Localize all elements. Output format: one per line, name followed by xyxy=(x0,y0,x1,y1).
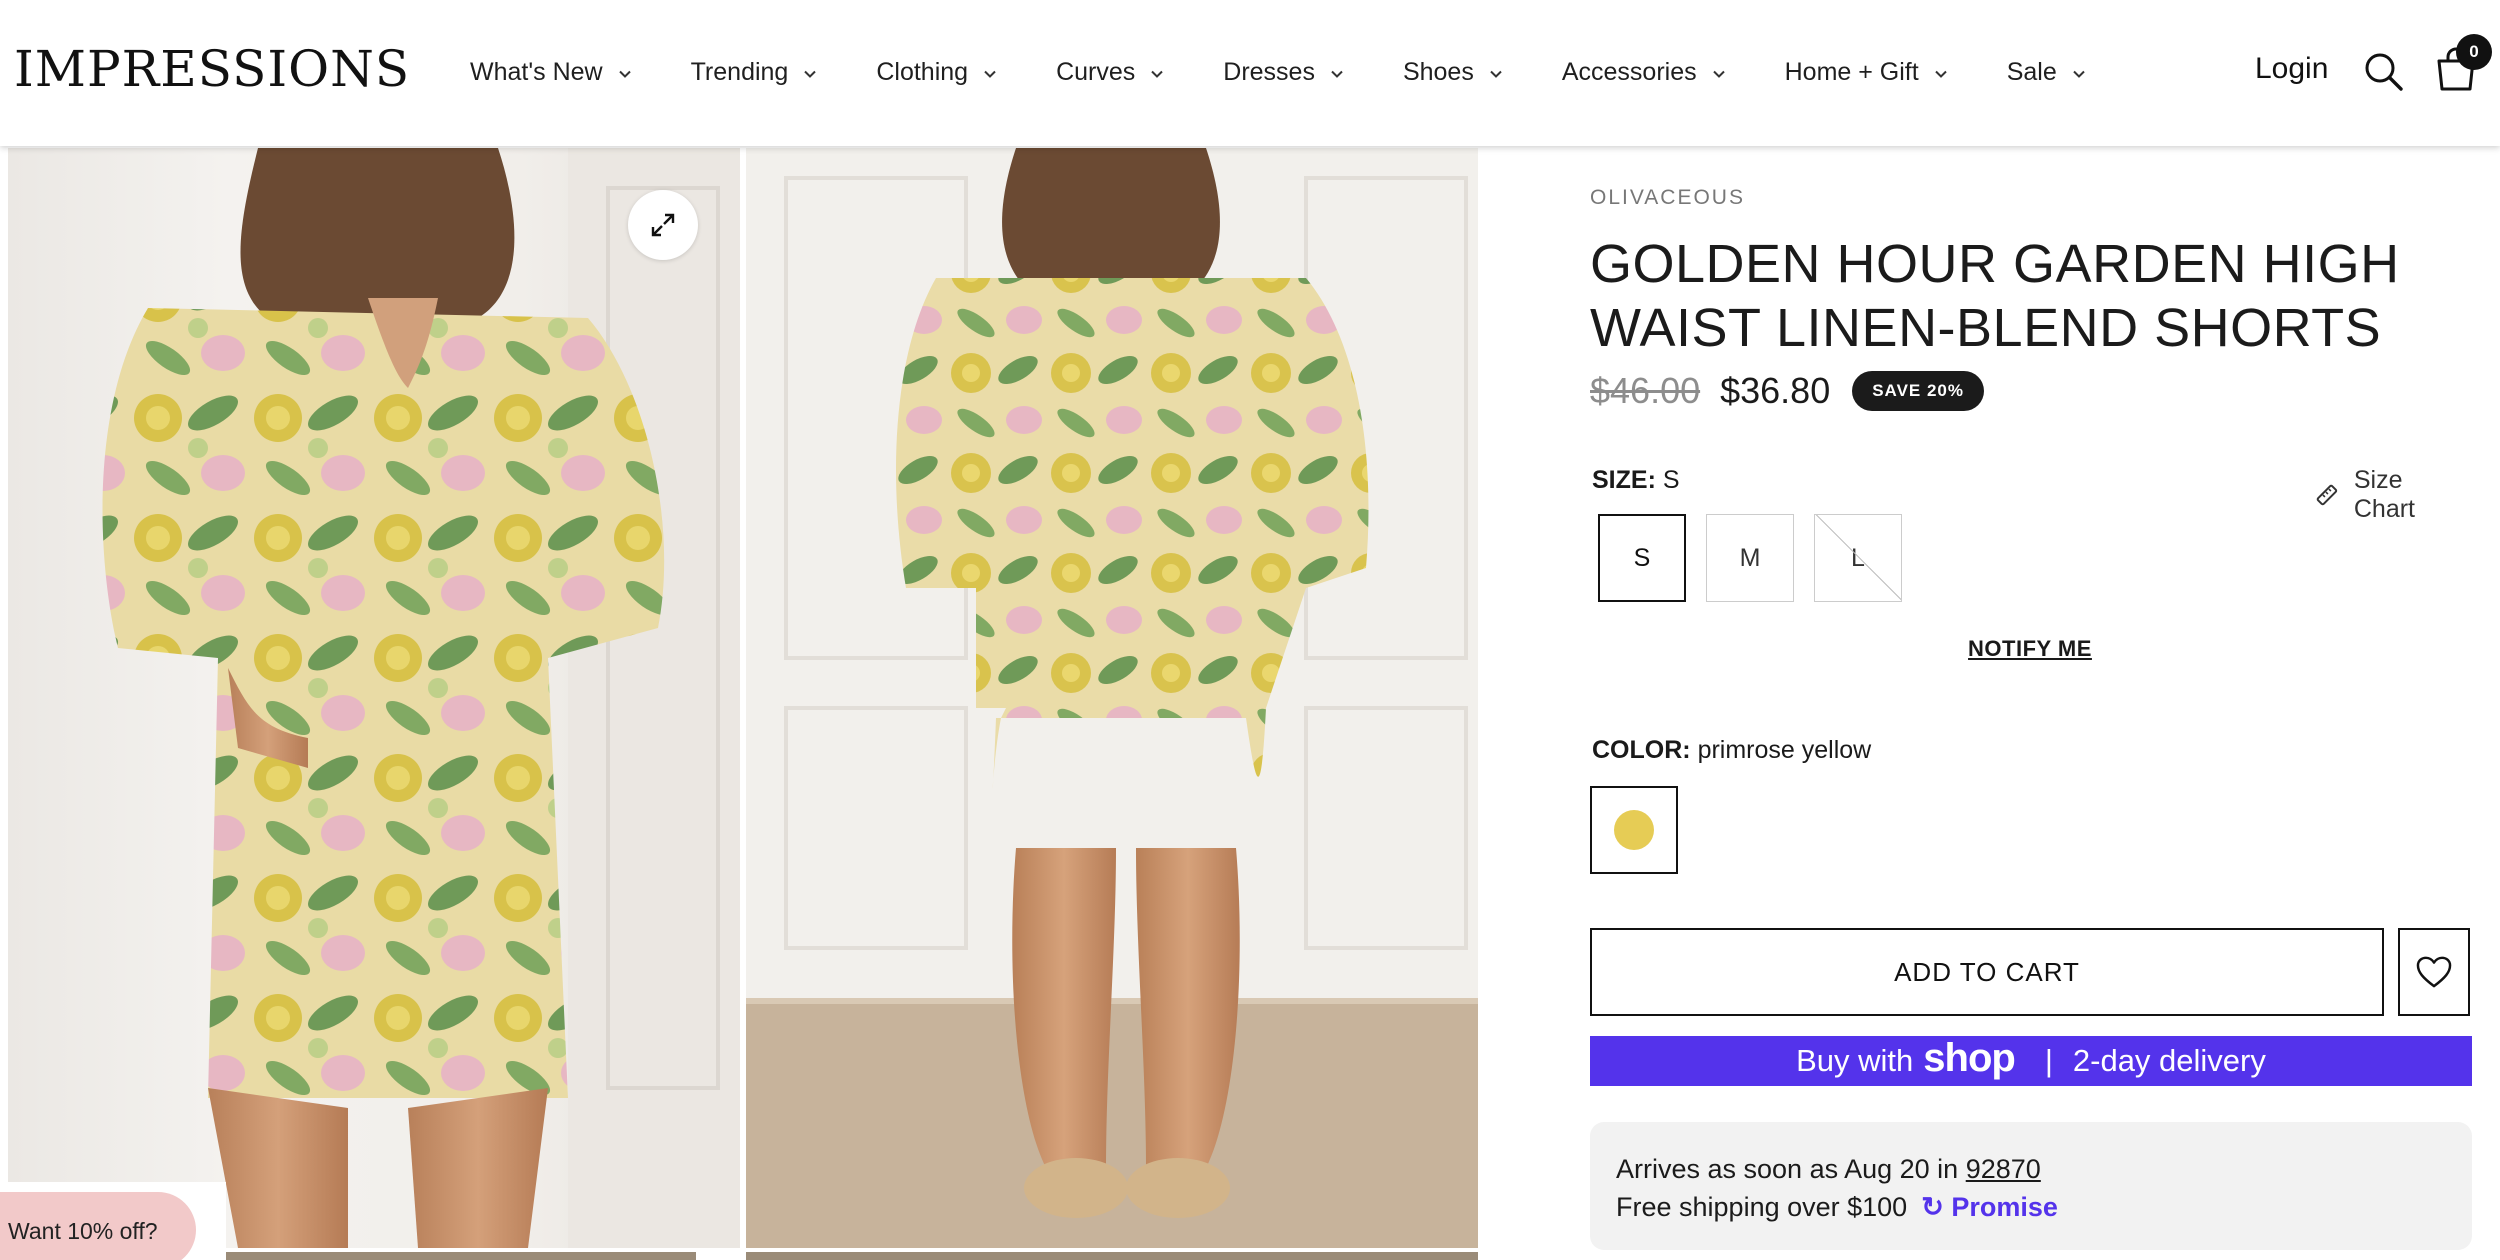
promise-label: Promise xyxy=(1951,1192,2058,1222)
arrival-estimate: Arrives as soon as Aug 20 in 92870 xyxy=(1616,1150,2446,1188)
size-options: S M L xyxy=(1598,514,1922,602)
color-label-value: primrose yellow xyxy=(1697,736,1872,764)
arrival-text: Arrives as soon as Aug 20 in xyxy=(1616,1154,1959,1184)
size-option-l[interactable]: L xyxy=(1814,514,1902,602)
chevron-down-icon xyxy=(1147,62,1167,82)
price-row: $46.00 $36.80 SAVE 20% xyxy=(1590,370,1984,412)
nav-label: Home + Gift xyxy=(1784,57,1919,86)
nav-home-gift[interactable]: Home + Gift xyxy=(1785,58,1951,87)
chevron-down-icon xyxy=(800,62,820,82)
product-photo-1 xyxy=(102,148,740,1248)
wishlist-button[interactable] xyxy=(2398,928,2470,1016)
site-header: IMPRESSIONS What's New Trending Clothing… xyxy=(0,0,2500,146)
product-image-full[interactable] xyxy=(746,148,1478,1248)
chevron-down-icon xyxy=(980,62,1000,82)
size-chart-label: Size Chart xyxy=(2353,466,2416,523)
chevron-down-icon xyxy=(1327,62,1347,82)
product-photo-2 xyxy=(746,148,1478,1248)
nav-label: Shoes xyxy=(1402,57,1474,86)
nav-shoes[interactable]: Shoes xyxy=(1403,58,1506,87)
size-option-m[interactable]: M xyxy=(1706,514,1794,602)
heart-icon xyxy=(2416,956,2452,988)
cart-count-badge: 0 xyxy=(2456,34,2492,70)
shop-pay-logo: shop xyxy=(1923,1035,2016,1080)
delivery-info: Arrives as soon as Aug 20 in 92870 Free … xyxy=(1590,1122,2472,1250)
color-label-key: COLOR: xyxy=(1592,736,1691,764)
expand-icon xyxy=(651,213,675,237)
nav-sale[interactable]: Sale xyxy=(2007,58,2089,87)
shop-pay-delivery: 2-day delivery xyxy=(2072,1043,2266,1078)
size-label-value: S xyxy=(1662,466,1680,494)
login-link[interactable]: Login xyxy=(2255,52,2328,86)
color-label: COLOR: primrose yellow xyxy=(1592,736,1871,765)
add-to-cart-button[interactable]: ADD TO CART xyxy=(1590,928,2384,1016)
chevron-down-icon xyxy=(2069,62,2089,82)
main-nav: What's New Trending Clothing Curves Dres… xyxy=(470,52,2145,92)
nav-whats-new[interactable]: What's New xyxy=(470,58,635,87)
site-logo[interactable]: IMPRESSIONS xyxy=(14,40,410,98)
color-swatch-primrose-yellow[interactable] xyxy=(1590,786,1678,874)
nav-label: What's New xyxy=(470,57,603,86)
size-label-key: SIZE: xyxy=(1592,466,1656,494)
nav-clothing[interactable]: Clothing xyxy=(876,58,1000,87)
search-icon[interactable] xyxy=(2362,50,2404,92)
save-badge: SAVE 20% xyxy=(1852,371,1984,411)
nav-label: Clothing xyxy=(876,57,969,86)
expand-image-button[interactable] xyxy=(628,190,698,260)
chevron-down-icon xyxy=(1709,62,1729,82)
shop-pay-button[interactable]: Buy with shop | 2-day delivery xyxy=(1590,1036,2472,1086)
color-dot xyxy=(1614,810,1654,850)
product-title: GOLDEN HOUR GARDEN HIGH WAIST LINEN-BLEN… xyxy=(1590,234,2400,358)
shop-pay-prefix: Buy with xyxy=(1796,1043,1914,1078)
size-chart-link[interactable]: Size Chart xyxy=(2314,466,2470,524)
nav-accessories[interactable]: Accessories xyxy=(1562,58,1729,87)
size-label: SIZE: S xyxy=(1592,466,1680,495)
discount-popup-button[interactable]: Want 10% off? xyxy=(0,1192,196,1260)
product-image-front[interactable] xyxy=(8,148,740,1248)
promise-link[interactable]: ↻ Promise xyxy=(1921,1192,2058,1222)
notify-me-link[interactable]: NOTIFY ME xyxy=(1810,636,2250,662)
size-option-s[interactable]: S xyxy=(1598,514,1686,602)
product-info: OLIVACEOUS GOLDEN HOUR GARDEN HIGH WAIST… xyxy=(1590,0,2472,1260)
zip-code-link[interactable]: 92870 xyxy=(1966,1154,2041,1184)
nav-curves[interactable]: Curves xyxy=(1056,58,1167,87)
shipping-info: Free shipping over $100 ↻ Promise xyxy=(1616,1188,2446,1226)
sale-price: $36.80 xyxy=(1720,370,1831,411)
thumbnail-strip-1[interactable] xyxy=(226,1252,696,1260)
shop-pay-divider: | xyxy=(2044,1043,2053,1078)
nav-label: Curves xyxy=(1056,57,1136,86)
chevron-down-icon xyxy=(1931,62,1951,82)
chevron-down-icon xyxy=(1486,62,1506,82)
chevron-down-icon xyxy=(615,62,635,82)
nav-label: Accessories xyxy=(1561,57,1697,86)
nav-label: Sale xyxy=(2006,57,2057,86)
ruler-icon xyxy=(2316,484,2338,506)
nav-dresses[interactable]: Dresses xyxy=(1223,58,1347,87)
promise-icon: ↻ xyxy=(1921,1192,1952,1222)
product-brand[interactable]: OLIVACEOUS xyxy=(1590,186,1745,210)
free-shipping-text: Free shipping over $100 xyxy=(1616,1192,1908,1222)
original-price: $46.00 xyxy=(1590,370,1701,411)
nav-label: Trending xyxy=(690,57,789,86)
thumbnail-strip-2[interactable] xyxy=(746,1252,1478,1260)
nav-label: Dresses xyxy=(1223,57,1315,86)
nav-trending[interactable]: Trending xyxy=(691,58,821,87)
